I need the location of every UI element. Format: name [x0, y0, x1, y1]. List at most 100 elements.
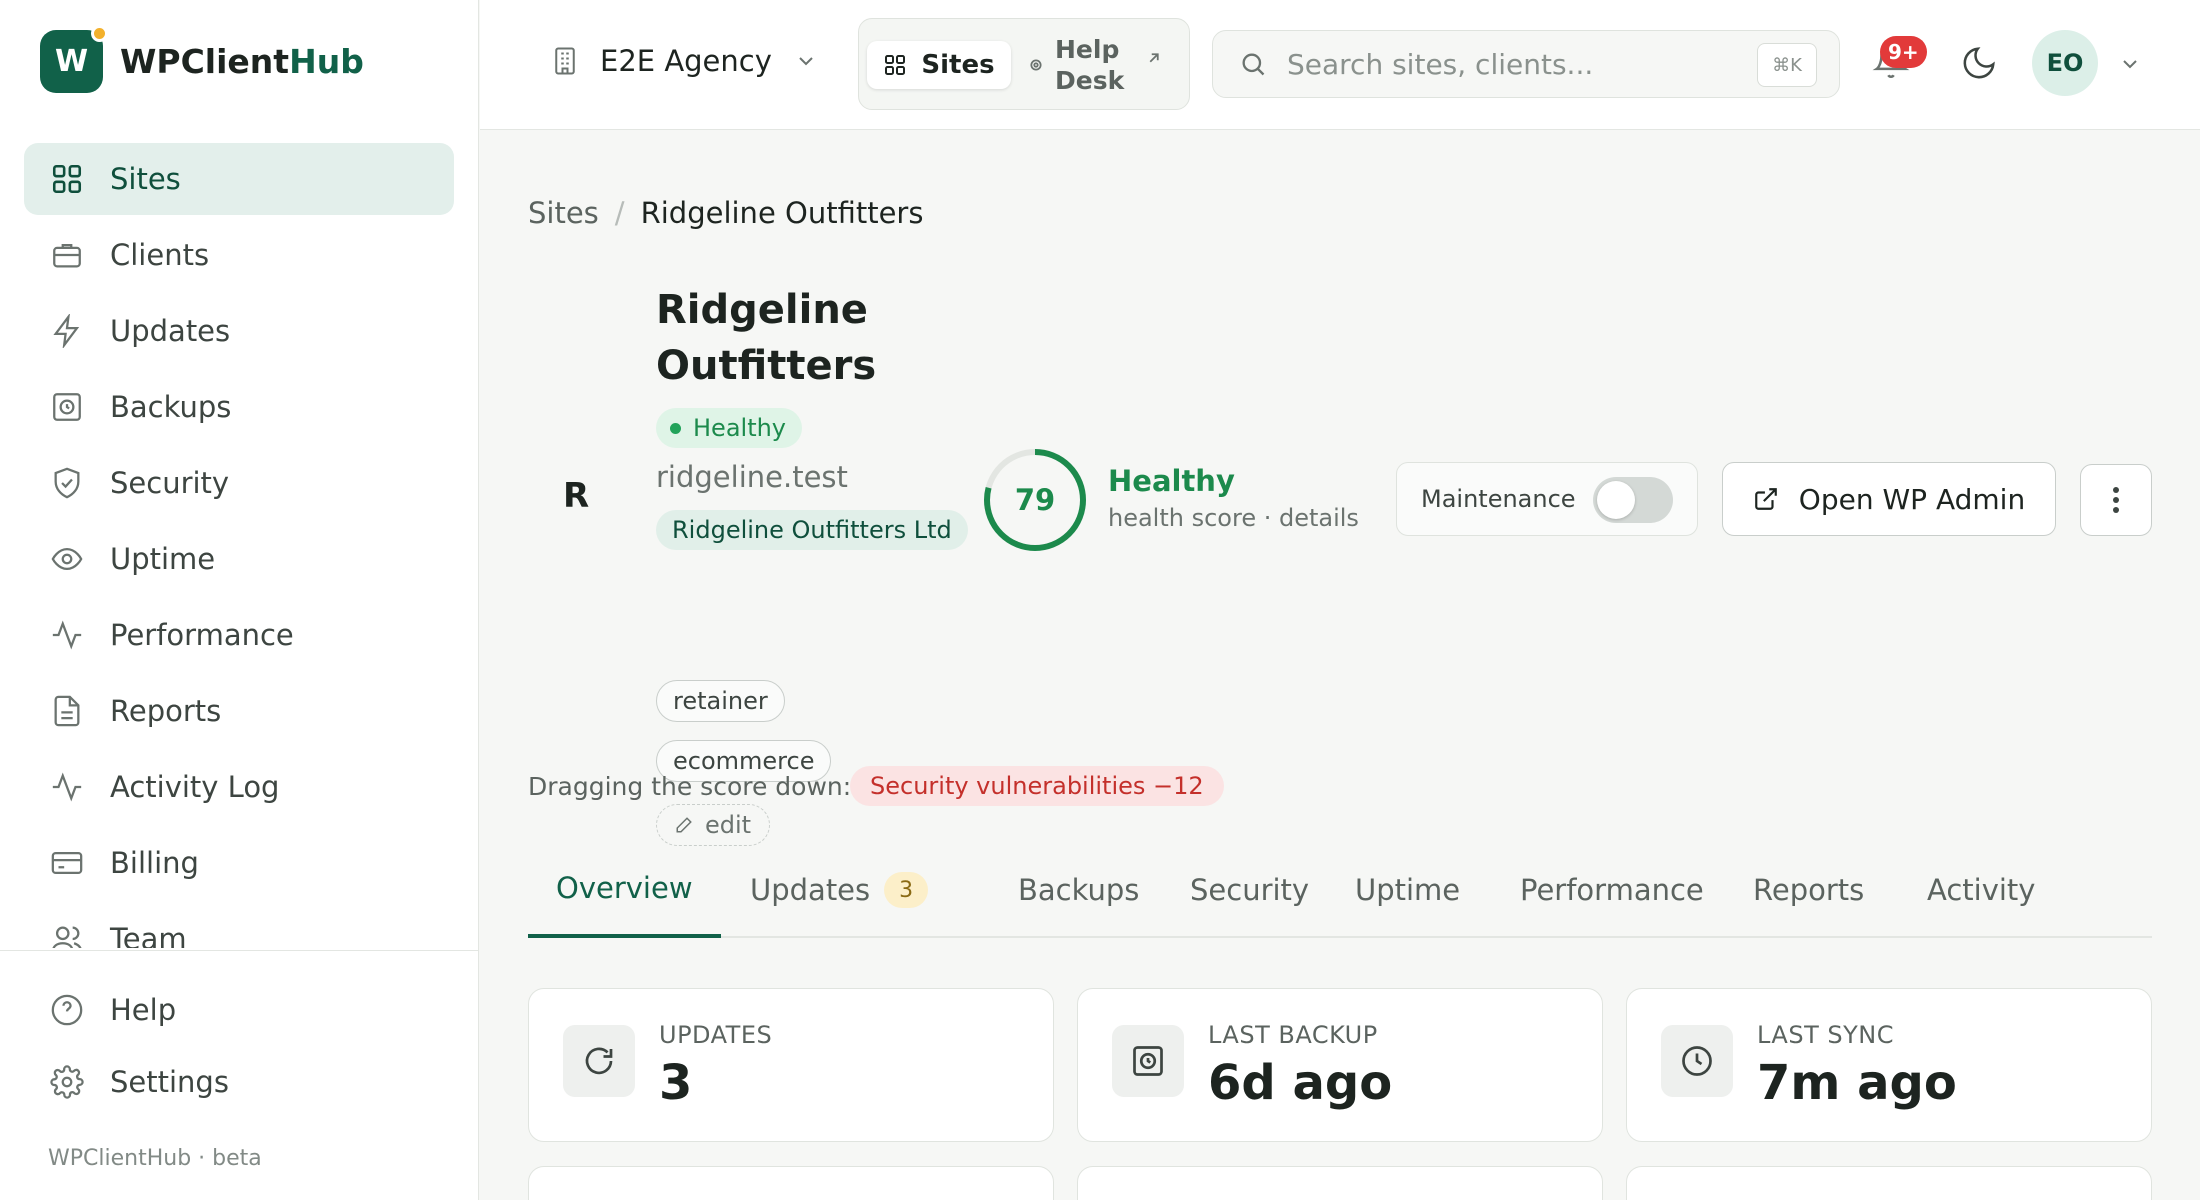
workspace-toggle: Sites Help Desk: [858, 18, 1190, 110]
toggle-help-desk-label: Help Desk: [1055, 35, 1125, 95]
sidebar-item-reports[interactable]: Reports: [24, 675, 454, 747]
sidebar-item-clients[interactable]: Clients: [24, 219, 454, 291]
search-shortcut-hint: ⌘K: [1757, 43, 1817, 87]
card-label: LAST BACKUP: [1208, 1021, 1378, 1049]
sidebar-item-label: Settings: [110, 1065, 229, 1099]
tab-label: Activity: [1927, 873, 2036, 907]
shield-icon: [54, 467, 80, 499]
status-dot: [670, 422, 681, 434]
tab-backups[interactable]: Backups: [990, 842, 1167, 938]
tab-security[interactable]: Security: [1162, 842, 1337, 938]
card-icon-box: [563, 1025, 635, 1097]
sidebar-item-label: Backups: [110, 390, 232, 424]
external-link-icon: [1754, 488, 1777, 510]
top-bar: E2E Agency Sites Help Desk ⌘K 9+ EO: [480, 0, 2200, 130]
brand[interactable]: W WPClientHub: [40, 25, 364, 93]
sidebar-item-uptime[interactable]: Uptime: [24, 523, 454, 595]
sidebar-item-sites[interactable]: Sites: [24, 143, 454, 215]
grid-icon: [885, 55, 906, 75]
breadcrumb: Sites / Ridgeline Outfitters: [528, 196, 923, 230]
tab-reports[interactable]: Reports: [1725, 842, 1892, 938]
stat-card-last-sync[interactable]: LAST SYNC 7m ago: [1626, 988, 2152, 1142]
building-icon: [555, 47, 575, 75]
stat-card[interactable]: [528, 1166, 1054, 1200]
open-wp-admin-label: Open WP Admin: [1798, 482, 2026, 516]
sidebar-item-team[interactable]: Team: [24, 903, 454, 948]
tab-label: Updates: [750, 873, 871, 907]
toggle-help-desk[interactable]: Help Desk: [1029, 29, 1179, 101]
site-domain[interactable]: ridgeline.test: [656, 460, 848, 494]
score-drag-badge[interactable]: Security vulnerabilities −12: [850, 766, 1224, 806]
card-icon-box: [1661, 1025, 1733, 1097]
sidebar-item-backups[interactable]: Backups: [24, 371, 454, 443]
sidebar-item-settings[interactable]: Settings: [24, 1047, 454, 1117]
tab-overview[interactable]: Overview: [528, 842, 721, 938]
agency-switcher[interactable]: E2E Agency: [550, 44, 838, 78]
tab-activity[interactable]: Activity: [1899, 842, 2063, 938]
stat-card[interactable]: [1077, 1166, 1603, 1200]
sidebar-item-security[interactable]: Security: [24, 447, 454, 519]
card-label: UPDATES: [659, 1021, 773, 1049]
eye-icon: [51, 547, 83, 571]
refresh-icon: [585, 1047, 613, 1075]
more-actions-button[interactable]: [2080, 464, 2152, 536]
open-wp-admin-button[interactable]: Open WP Admin: [1722, 462, 2056, 536]
sidebar-item-label: Security: [110, 466, 230, 500]
sidebar-item-label: Updates: [110, 314, 231, 348]
backup-icon: [1133, 1046, 1163, 1076]
score-drag-label: Dragging the score down:: [528, 772, 852, 801]
stat-card-last-backup[interactable]: LAST BACKUP 6d ago: [1077, 988, 1603, 1142]
tab-uptime[interactable]: Uptime: [1327, 842, 1488, 938]
maintenance-switch[interactable]: [1593, 477, 1673, 523]
sidebar-bottom-nav: Help Settings: [24, 975, 454, 1119]
external-link-icon: [1149, 53, 1159, 63]
chevron-down-icon[interactable]: [2118, 52, 2142, 76]
brand-name-part1: WPClient: [120, 42, 290, 81]
breadcrumb-parent-link[interactable]: Sites: [528, 196, 599, 230]
help-desk-icon: [1030, 59, 1042, 71]
sidebar-item-help[interactable]: Help: [24, 975, 454, 1045]
tab-updates[interactable]: Updates 3: [722, 842, 956, 938]
sidebar-item-label: Performance: [110, 618, 294, 652]
users-icon: [52, 926, 82, 948]
tag-retainer[interactable]: retainer: [656, 680, 785, 722]
site-avatar-initial: R: [563, 476, 590, 516]
card-value: 6d ago: [1208, 1055, 1393, 1111]
activity-icon: [52, 772, 82, 802]
toggle-sites[interactable]: Sites: [867, 41, 1011, 89]
more-vertical-icon: [2113, 487, 2119, 513]
stat-card-updates[interactable]: UPDATES 3: [528, 988, 1054, 1142]
health-score-details-link[interactable]: health score · details: [1108, 504, 1359, 532]
sidebar-item-activity-log[interactable]: Activity Log: [24, 751, 454, 823]
toggle-sites-label: Sites: [921, 50, 995, 80]
search-input[interactable]: [1287, 47, 1757, 81]
avatar[interactable]: EO: [2032, 30, 2098, 96]
sidebar-item-label: Help: [110, 993, 177, 1027]
tab-performance[interactable]: Performance: [1492, 842, 1732, 938]
sidebar-item-billing[interactable]: Billing: [24, 827, 454, 899]
moon-icon[interactable]: [1960, 44, 1998, 82]
sidebar-item-label: Sites: [110, 162, 181, 196]
health-score-label: Healthy: [1108, 464, 1235, 498]
brand-logo: W: [40, 25, 108, 93]
client-badge[interactable]: Ridgeline Outfitters Ltd: [656, 510, 968, 550]
tab-label: Performance: [1520, 873, 1704, 907]
tab-label: Overview: [556, 871, 693, 905]
clock-icon: [1682, 1046, 1712, 1076]
tab-label: Security: [1190, 873, 1310, 907]
sidebar-item-label: Reports: [110, 694, 222, 728]
maintenance-label: Maintenance: [1421, 485, 1576, 513]
sidebar-item-updates[interactable]: Updates: [24, 295, 454, 367]
main-content: Sites / Ridgeline Outfitters R Ridgeline…: [528, 130, 2152, 1200]
edit-tags-button[interactable]: edit: [656, 804, 771, 846]
tab-label: Uptime: [1355, 873, 1461, 907]
stat-card[interactable]: [1626, 1166, 2152, 1200]
notification-count-badge: 9+: [1880, 36, 1927, 68]
backup-icon: [53, 393, 81, 421]
help-icon: [51, 994, 83, 1026]
sidebar-divider: [0, 950, 479, 951]
sidebar-item-performance[interactable]: Performance: [24, 599, 454, 671]
chevron-down-icon: [799, 57, 813, 66]
bolt-icon: [53, 314, 80, 348]
sidebar-item-label: Uptime: [110, 542, 216, 576]
